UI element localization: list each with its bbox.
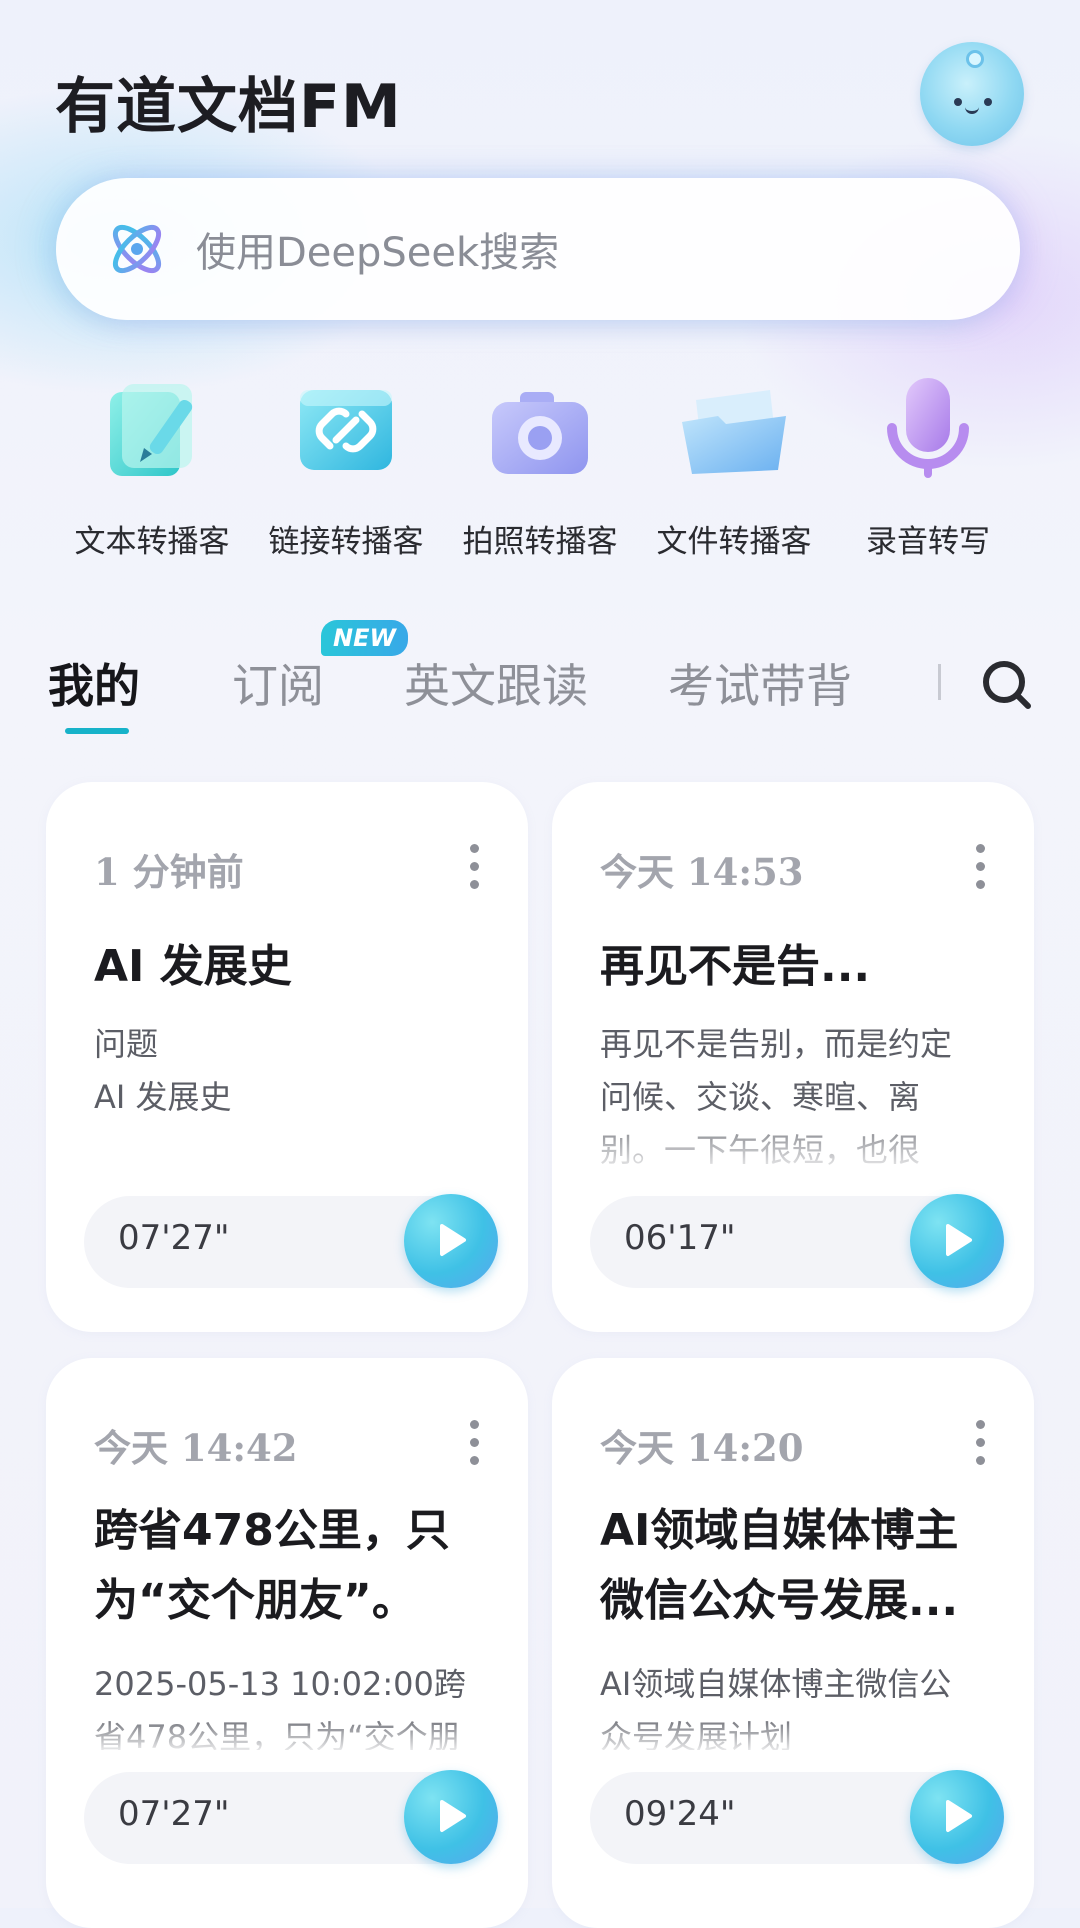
card-description: 再见不是告别，而是约定 问候、交谈、寒暄、离 别。一下午很短，也很	[600, 1018, 1000, 1168]
more-options-icon[interactable]	[974, 1420, 986, 1466]
play-button[interactable]	[404, 1194, 498, 1288]
microphone-icon	[887, 378, 969, 478]
card-desc-line: 省478公里，只为“交个朋	[94, 1718, 460, 1750]
card-description: AI领域自媒体博主微信公 众号发展计划	[600, 1658, 1000, 1750]
more-options-icon[interactable]	[468, 844, 480, 890]
play-icon	[946, 1800, 972, 1832]
folder-icon	[682, 390, 786, 474]
tool-recording-transcribe[interactable]: 录音转写	[838, 370, 1018, 561]
play-icon	[440, 1224, 466, 1256]
more-options-icon[interactable]	[468, 1420, 480, 1466]
camera-icon	[492, 392, 588, 474]
avatar-right-eye	[984, 98, 992, 106]
tool-photo-to-podcast[interactable]: 拍照转播客	[450, 370, 630, 561]
duration: 07'27"	[118, 1218, 230, 1258]
search-placeholder: 使用DeepSeek搜索	[196, 230, 560, 276]
tab-exam-recite[interactable]: 考试带背	[668, 650, 852, 716]
card-time: 1 分钟前	[94, 850, 244, 894]
podcast-card[interactable]: 今天 14:20 AI领域自媒体博主微信公众号发展... AI领域自媒体博主微信…	[552, 1358, 1034, 1928]
card-desc-line: 众号发展计划	[600, 1718, 793, 1750]
card-time: 今天 14:20	[600, 1426, 804, 1470]
link-icon	[300, 390, 392, 470]
audio-player: 07'27"	[84, 1770, 498, 1864]
card-desc-line: 问题	[94, 1025, 159, 1063]
new-badge: NEW	[321, 620, 408, 656]
audio-player: 09'24"	[590, 1770, 1004, 1864]
search-icon[interactable]	[978, 656, 1034, 712]
card-title: 跨省478公里，只为“交个朋友”。	[94, 1505, 450, 1626]
card-desc-line: AI领域自媒体博主微信公	[600, 1665, 952, 1703]
card-desc-line: 再见不是告别，而是约定	[600, 1025, 953, 1063]
search-bar[interactable]: 使用DeepSeek搜索	[56, 178, 1020, 320]
card-desc-line: 别。一下午很短，也很	[600, 1131, 921, 1168]
tab-mine[interactable]: 我的	[48, 650, 140, 716]
card-description: 2025-05-13 10:02:00跨 省478公里，只为“交个朋	[94, 1658, 494, 1750]
tool-text-to-podcast[interactable]: 文本转播客	[62, 370, 242, 561]
podcast-card[interactable]: 今天 14:42 跨省478公里，只为“交个朋友”。 2025-05-13 10…	[46, 1358, 528, 1928]
play-button[interactable]	[910, 1194, 1004, 1288]
tool-file-to-podcast[interactable]: 文件转播客	[644, 370, 824, 561]
card-description: 问题 AI 发展史	[94, 1018, 494, 1124]
avatar-left-eye	[954, 98, 962, 106]
avatar[interactable]	[920, 42, 1024, 146]
card-time: 今天 14:42	[94, 1426, 298, 1470]
tool-label: 链接转播客	[268, 524, 424, 560]
card-time: 今天 14:53	[600, 850, 804, 894]
audio-player: 07'27"	[84, 1194, 498, 1288]
more-options-icon[interactable]	[974, 844, 986, 890]
podcast-card[interactable]: 1 分钟前 AI 发展史 问题 AI 发展史 07'27"	[46, 782, 528, 1332]
deepseek-atom-icon	[112, 224, 162, 274]
card-title: 再见不是告...	[600, 941, 871, 992]
card-desc-line: 2025-05-13 10:02:00跨	[94, 1665, 466, 1703]
duration: 09'24"	[624, 1794, 736, 1834]
avatar-mouth	[965, 104, 979, 114]
tool-label: 文本转播客	[74, 524, 230, 560]
card-desc-line: AI 发展史	[94, 1078, 232, 1116]
card-desc-line: 问候、交谈、寒暄、离	[600, 1078, 921, 1116]
tab-divider	[938, 664, 941, 700]
audio-player: 06'17"	[590, 1194, 1004, 1288]
duration: 07'27"	[118, 1794, 230, 1834]
tool-label: 录音转写	[866, 524, 990, 560]
play-icon	[440, 1800, 466, 1832]
tool-link-to-podcast[interactable]: 链接转播客	[256, 370, 436, 561]
tab-subscribe[interactable]: 订阅	[232, 650, 324, 716]
tool-label: 拍照转播客	[462, 524, 618, 560]
card-title: AI领域自媒体博主微信公众号发展...	[600, 1505, 959, 1626]
text-edit-icon	[110, 384, 193, 476]
play-icon	[946, 1224, 972, 1256]
app-title: 有道文档FM	[55, 72, 402, 142]
podcast-card[interactable]: 今天 14:53 再见不是告... 再见不是告别，而是约定 问候、交谈、寒暄、离…	[552, 782, 1034, 1332]
active-tab-indicator	[65, 728, 129, 734]
duration: 06'17"	[624, 1218, 736, 1258]
play-button[interactable]	[404, 1770, 498, 1864]
avatar-antenna	[966, 50, 984, 68]
tab-english-shadowing[interactable]: 英文跟读	[404, 650, 588, 716]
tool-label: 文件转播客	[656, 524, 812, 560]
card-title: AI 发展史	[94, 941, 292, 992]
play-button[interactable]	[910, 1770, 1004, 1864]
